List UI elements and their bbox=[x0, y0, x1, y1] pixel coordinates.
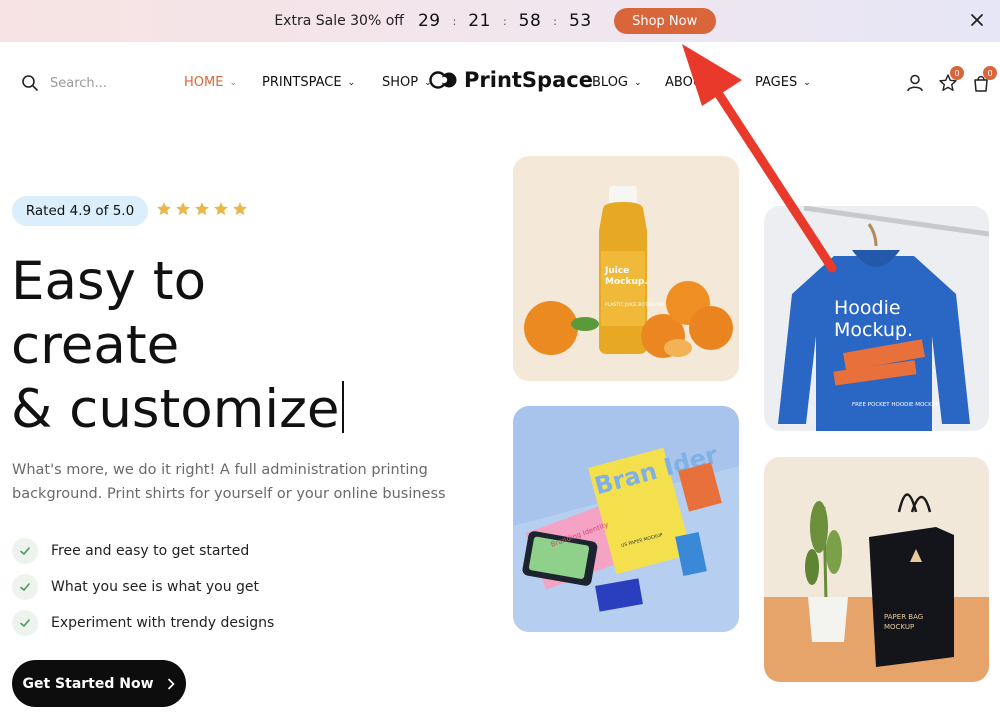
text-cursor bbox=[341, 381, 344, 433]
wishlist-count-badge: 0 bbox=[950, 66, 964, 80]
juice-mockup-card[interactable]: Juice Mockup. PLASTIC JUICE BOTTLE MOCKU… bbox=[513, 156, 739, 381]
countdown-separator: : bbox=[502, 14, 507, 28]
headline-line-2: create bbox=[11, 315, 180, 376]
hoodie-title-2: Mockup. bbox=[834, 319, 913, 341]
feature-item: Free and easy to get started bbox=[12, 533, 274, 569]
get-started-label: Get Started Now bbox=[22, 675, 154, 692]
juice-mockup-image: Juice Mockup. PLASTIC JUICE BOTTLE MOCKU… bbox=[513, 156, 739, 381]
hoodie-title-1: Hoodie bbox=[834, 297, 901, 319]
juice-title-1: Juice bbox=[604, 266, 629, 276]
chevron-down-icon: ⌄ bbox=[229, 77, 237, 88]
countdown-days: 29 bbox=[417, 11, 441, 31]
chevron-down-icon: ⌄ bbox=[803, 77, 811, 88]
juice-small-text: PLASTIC JUICE BOTTLE MOCKUP bbox=[605, 302, 677, 308]
bag-title-1: PAPER BAG bbox=[884, 613, 923, 621]
hero-headline: Easy to create & customize bbox=[11, 250, 344, 442]
promo-bar: Extra Sale 30% off 29 : 21 : 58 : 53 Sho… bbox=[0, 0, 1000, 42]
hoodie-small-text: FREE POCKET HOODIE MOCKUP bbox=[852, 402, 940, 408]
check-icon bbox=[12, 610, 38, 636]
paper-bag-mockup-card[interactable]: PAPER BAG MOCKUP bbox=[764, 457, 989, 682]
feature-item: What you see is what you get bbox=[12, 569, 274, 605]
juice-title-2: Mockup. bbox=[605, 277, 648, 287]
feature-list: Free and easy to get started What you se… bbox=[12, 533, 274, 641]
star-icon bbox=[195, 202, 209, 216]
paper-bag-mockup-image: PAPER BAG MOCKUP bbox=[764, 457, 989, 682]
countdown-separator: : bbox=[452, 14, 457, 28]
countdown-seconds: 53 bbox=[569, 11, 592, 31]
user-icon[interactable] bbox=[905, 73, 925, 93]
hoodie-mockup-image: Hoodie Mockup. FREE POCKET HOODIE MOCKUP bbox=[764, 206, 989, 431]
get-started-button[interactable]: Get Started Now bbox=[12, 660, 186, 707]
hoodie-mockup-card[interactable]: Hoodie Mockup. FREE POCKET HOODIE MOCKUP bbox=[764, 206, 989, 431]
search-input[interactable] bbox=[50, 73, 160, 93]
rating-stars bbox=[156, 201, 248, 217]
shop-now-button[interactable]: Shop Now bbox=[613, 8, 716, 34]
nav-home[interactable]: HOME ⌄ bbox=[184, 75, 237, 90]
feature-label: What you see is what you get bbox=[51, 579, 260, 595]
nav-shop[interactable]: SHOP ⌄ bbox=[382, 75, 432, 90]
branding-mockup-card[interactable]: Bran Ider Branding Identity US PAPER MOC… bbox=[513, 406, 739, 632]
star-icon bbox=[176, 202, 190, 216]
site-header: HOME ⌄ PRINTSPACE ⌄ SHOP ⌄ PrintSpace BL… bbox=[0, 42, 1000, 124]
chevron-down-icon: ⌄ bbox=[634, 77, 642, 88]
promo-content: Extra Sale 30% off 29 : 21 : 58 : 53 Sho… bbox=[274, 8, 716, 34]
nav-pages[interactable]: PAGES ⌄ bbox=[755, 75, 811, 90]
countdown-minutes: 58 bbox=[518, 11, 542, 31]
star-icon bbox=[157, 202, 171, 216]
logo-icon bbox=[429, 71, 457, 89]
branding-mockup-image: Bran Ider Branding Identity US PAPER MOC… bbox=[513, 406, 739, 632]
countdown-hours: 21 bbox=[468, 11, 491, 31]
nav-shop-label: SHOP bbox=[382, 75, 419, 90]
promo-text: Extra Sale 30% off bbox=[274, 13, 404, 29]
chevron-down-icon: ⌄ bbox=[716, 77, 724, 88]
star-icon bbox=[233, 202, 247, 216]
feature-label: Experiment with trendy designs bbox=[51, 615, 275, 631]
site-logo[interactable]: PrintSpace bbox=[429, 68, 593, 92]
hero-description: What's more, we do it right! A full admi… bbox=[12, 462, 446, 502]
search-icon[interactable] bbox=[21, 74, 39, 92]
bag-title-2: MOCKUP bbox=[884, 623, 914, 631]
nav-about[interactable]: ABOUT ⌄ bbox=[665, 75, 724, 90]
feature-item: Experiment with trendy designs bbox=[12, 605, 274, 641]
chevron-right-icon bbox=[167, 678, 175, 689]
chevron-down-icon: ⌄ bbox=[347, 77, 356, 88]
nav-printspace-label: PRINTSPACE bbox=[262, 75, 342, 90]
logo-text: PrintSpace bbox=[464, 68, 593, 92]
feature-label: Free and easy to get started bbox=[51, 543, 250, 559]
check-icon bbox=[12, 538, 38, 564]
nav-home-label: HOME bbox=[184, 75, 224, 90]
nav-printspace[interactable]: PRINTSPACE ⌄ bbox=[262, 75, 355, 90]
cart-count-badge: 0 bbox=[983, 66, 997, 80]
headline-line-3-text: & customize bbox=[11, 379, 340, 440]
rating-pill: Rated 4.9 of 5.0 bbox=[12, 196, 148, 226]
nav-blog-label: BLOG bbox=[592, 75, 629, 90]
star-icon bbox=[214, 202, 228, 216]
nav-pages-label: PAGES bbox=[755, 75, 798, 90]
countdown-separator: : bbox=[553, 14, 558, 28]
close-icon[interactable] bbox=[968, 11, 986, 29]
headline-line-1: Easy to bbox=[11, 251, 206, 312]
headline-line-3: & customize bbox=[11, 378, 344, 442]
check-icon bbox=[12, 574, 38, 600]
nav-blog[interactable]: BLOG ⌄ bbox=[592, 75, 642, 90]
nav-about-label: ABOUT bbox=[665, 75, 711, 90]
